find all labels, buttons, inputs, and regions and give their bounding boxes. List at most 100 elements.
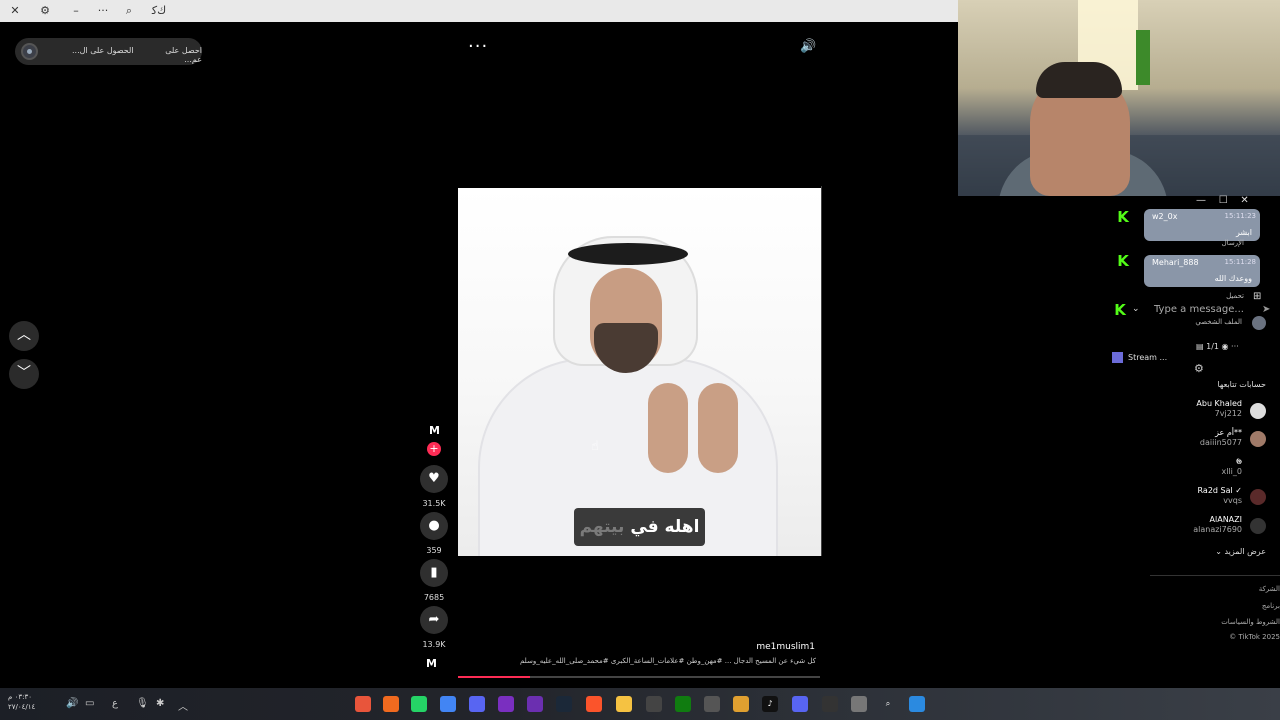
webcam-person-hair — [1036, 62, 1122, 98]
like-count: 31.5K — [422, 499, 446, 508]
brave-icon[interactable] — [586, 696, 602, 712]
avatar[interactable] — [1250, 518, 1266, 534]
more-icon[interactable]: ··· — [95, 3, 111, 19]
footer-copyright: TikTok 2025 © — [1229, 633, 1280, 641]
browser-top-bar: ✕ ⚙ – ··· ⌕ ﻙﻛ — [0, 0, 958, 22]
taskbar: ♪ ⌕ — [0, 688, 1280, 720]
chrome-icon[interactable] — [440, 696, 456, 712]
video-progress-bar[interactable] — [458, 676, 820, 678]
store-icon[interactable] — [704, 696, 720, 712]
video-subject-agal — [568, 243, 688, 265]
following-account[interactable]: أم عز** daiiin5077 — [1150, 428, 1242, 448]
network-icon[interactable]: ▭ — [85, 698, 94, 709]
share-count: 13.9K — [422, 640, 446, 649]
previous-video-button[interactable]: ︿ — [9, 321, 39, 351]
creator-avatar[interactable]: M — [426, 424, 443, 441]
send-icon[interactable]: ➤ — [1262, 304, 1270, 315]
taskbar-clock[interactable]: ٠٣:٣٠ م ٢٧/٠٤/١٤ — [8, 692, 35, 712]
app-icon[interactable] — [355, 696, 371, 712]
xbox-icon[interactable] — [675, 696, 691, 712]
upload-label: تحميل — [1226, 292, 1244, 300]
chat-message: w2_0x 15:11:23 ابشر — [1144, 209, 1260, 241]
footer-terms-link[interactable]: الشروط والسياسات — [1200, 618, 1280, 626]
footer-company-link[interactable]: الشركة — [1200, 585, 1280, 593]
steam-icon[interactable] — [556, 696, 572, 712]
see-more-link[interactable]: عرض المزيد ⌄ — [1180, 547, 1266, 556]
following-title: حسابات تتابعها — [1217, 380, 1266, 389]
mouse-cursor-icon: ☝ — [591, 439, 599, 454]
share-button[interactable]: ➦ 13.9K — [420, 606, 448, 649]
save-count: 7685 — [423, 593, 445, 602]
microphone-icon[interactable]: 🎙 — [136, 698, 149, 709]
get-app-pill[interactable]: الحصول على ال... احصل على عم... — [15, 38, 202, 65]
get-coins-link[interactable]: احصل على عم... — [147, 46, 202, 64]
minimize-icon[interactable]: – — [68, 3, 84, 19]
avatar[interactable] — [1250, 403, 1266, 419]
video-subject-hand — [698, 383, 738, 473]
settings-icon[interactable] — [646, 696, 662, 712]
app-icon[interactable] — [383, 696, 399, 712]
footer-program-link[interactable]: برنامج — [1200, 602, 1280, 610]
profile-icon[interactable] — [1252, 316, 1266, 330]
app-icon[interactable] — [733, 696, 749, 712]
video-caption: اهله في بيتهم — [574, 508, 705, 546]
send-label: الإرسال — [1221, 239, 1244, 247]
stream-button[interactable]: Stream ... — [1112, 352, 1167, 363]
chevron-down-icon[interactable]: ⌄ — [1132, 304, 1140, 314]
following-account[interactable]: Ra2d Sal ✓ vvqs — [1150, 486, 1242, 506]
app-icon[interactable] — [498, 696, 514, 712]
comment-button[interactable]: ● 359 — [420, 512, 448, 555]
comment-count: 359 — [426, 546, 442, 555]
app-icon[interactable] — [469, 696, 485, 712]
video-player[interactable]: اهله في بيتهم — [458, 188, 822, 556]
get-app-link[interactable]: الحصول على ال... — [72, 46, 134, 55]
search-icon[interactable]: ⌕ — [121, 3, 137, 19]
chat-message-input[interactable]: Type a message... — [1154, 304, 1244, 315]
folder-icon[interactable] — [616, 696, 632, 712]
app-icon[interactable] — [822, 696, 838, 712]
save-button[interactable]: ▮ 7685 — [420, 559, 448, 602]
kick-logo-icon: K — [1117, 208, 1129, 226]
add-icon[interactable]: ⊞ — [1253, 291, 1261, 302]
chat-message: Mehari_888 15:11:28 ووعدك الله — [1144, 255, 1260, 287]
avatar[interactable] — [1250, 431, 1266, 447]
gear-icon[interactable]: ⚙ — [1194, 362, 1204, 375]
webcam-plant — [1136, 30, 1150, 85]
volume-icon[interactable]: 🔊 — [800, 39, 816, 54]
app-icon[interactable]: ﻙﻛ — [151, 3, 167, 19]
close-icon[interactable]: ✕ — [7, 3, 23, 19]
chat-window-controls[interactable]: — ☐ ✕ — [1196, 195, 1249, 206]
following-account[interactable]: AlANAZI alanazi7690 — [1150, 515, 1242, 535]
video-subject-hand — [648, 383, 688, 473]
volume-icon[interactable]: 🔊 — [66, 698, 78, 709]
following-account[interactable]: 𝕲xlli_0 — [1150, 457, 1243, 477]
settings-icon[interactable]: ⚙ — [37, 3, 53, 19]
avatar[interactable] — [1250, 489, 1266, 505]
sound-disc-icon[interactable]: M — [426, 657, 437, 670]
language-indicator[interactable]: ع — [112, 698, 118, 709]
user-avatar-icon[interactable] — [21, 43, 38, 60]
tiktok-icon[interactable]: ♪ — [762, 696, 778, 712]
video-progress-fill — [458, 676, 531, 678]
like-button[interactable]: ♥ 31.5K — [420, 465, 448, 508]
kick-logo-icon: K — [1117, 252, 1129, 270]
search-icon[interactable]: ⌕ — [880, 696, 896, 712]
app-icon[interactable] — [527, 696, 543, 712]
app-tray-icon[interactable]: ✱ — [156, 698, 164, 709]
windows-start-icon[interactable] — [909, 696, 925, 712]
discord-icon[interactable] — [792, 696, 808, 712]
heart-icon[interactable]: ♥ — [420, 465, 448, 493]
comment-icon[interactable]: ● — [420, 512, 448, 540]
kick-logo-icon[interactable]: K — [1112, 302, 1128, 318]
follow-plus-icon[interactable]: + — [427, 442, 441, 456]
bookmark-icon[interactable]: ▮ — [420, 559, 448, 587]
author-name[interactable]: me1muslim1 — [700, 642, 815, 652]
chevron-up-icon[interactable]: ︿ — [178, 698, 188, 713]
share-icon[interactable]: ➦ — [420, 606, 448, 634]
more-options-icon[interactable]: ··· — [468, 36, 488, 57]
app-icon[interactable] — [851, 696, 867, 712]
stream-icon — [1112, 352, 1123, 363]
whatsapp-icon[interactable] — [411, 696, 427, 712]
following-account[interactable]: Abu Khaled 7vj212 — [1150, 399, 1242, 419]
next-video-button[interactable]: ﹀ — [9, 359, 39, 389]
